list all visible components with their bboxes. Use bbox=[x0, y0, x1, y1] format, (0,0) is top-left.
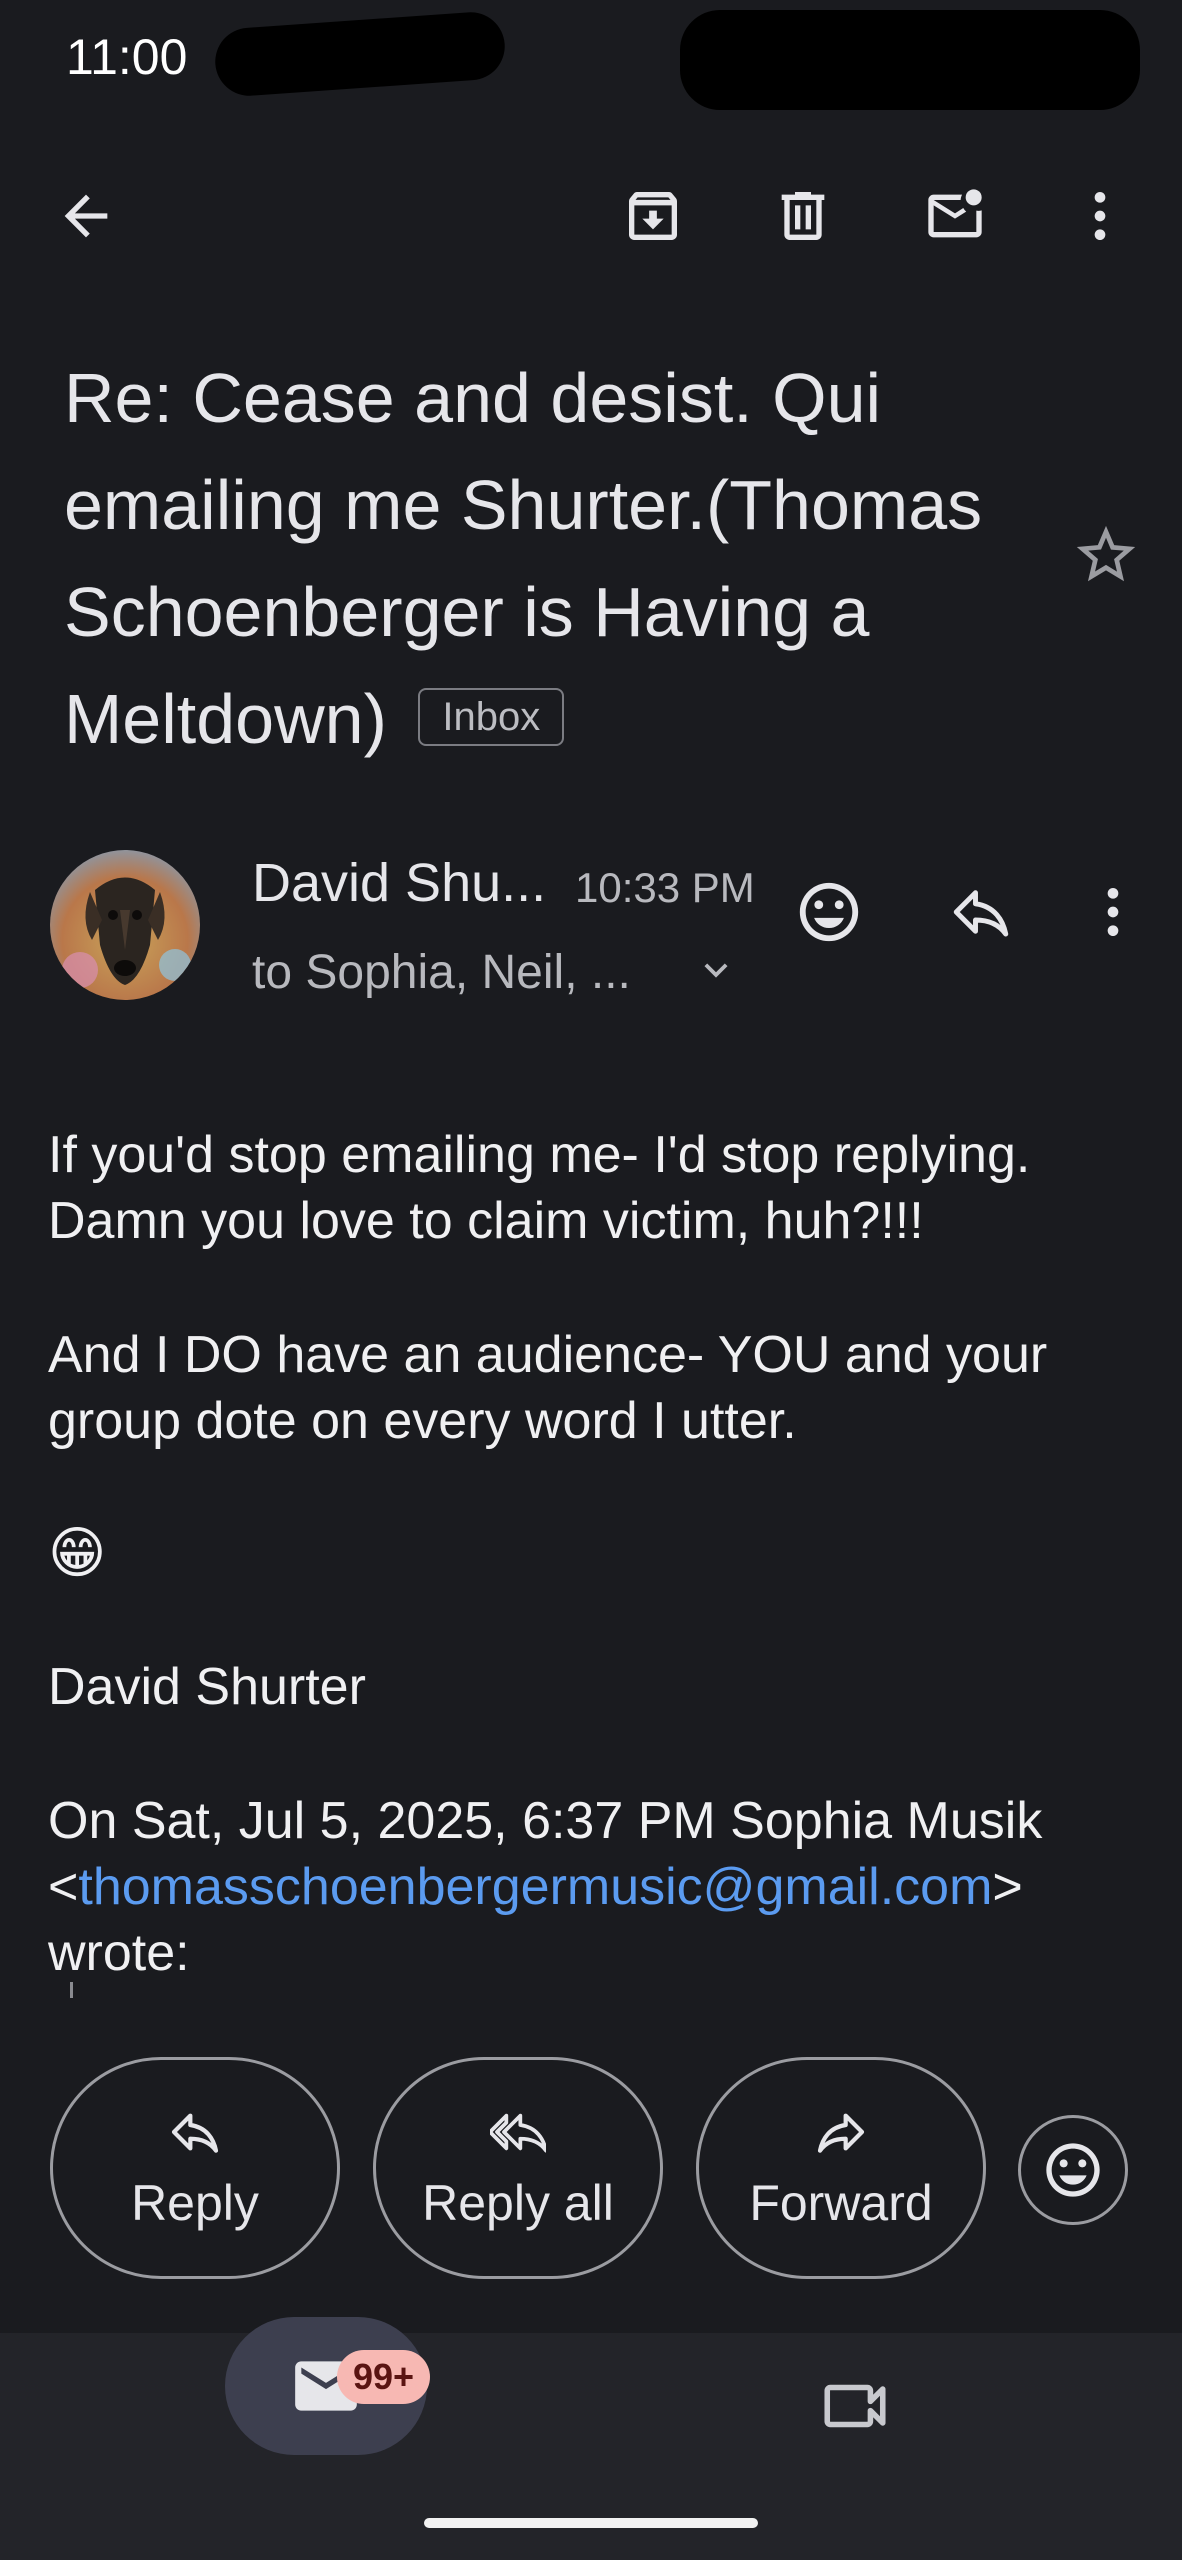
emoji-icon bbox=[1046, 2143, 1100, 2197]
expand-recipients-button[interactable] bbox=[666, 920, 766, 1020]
trash-icon bbox=[781, 192, 825, 240]
reply-icon-button[interactable] bbox=[931, 862, 1031, 962]
archive-icon bbox=[629, 192, 677, 240]
sender-avatar[interactable] bbox=[50, 850, 200, 1000]
star-button[interactable] bbox=[1056, 505, 1156, 605]
status-time: 11:00 bbox=[66, 29, 188, 85]
redacted-status-right bbox=[680, 10, 1140, 110]
reply-icon bbox=[953, 890, 1009, 937]
redacted-status-left bbox=[212, 9, 508, 99]
mark-unread-icon bbox=[928, 189, 982, 238]
more-options-button[interactable] bbox=[1050, 166, 1150, 266]
angle-open: < bbox=[48, 1858, 79, 1916]
email-subject: Re: Cease and desist. Qui emailing me Sh… bbox=[64, 345, 1054, 773]
reply-label: Reply bbox=[131, 2175, 259, 2231]
quoted-header: On Sat, Jul 5, 2025, 6:37 PM Sophia Musi… bbox=[48, 1788, 1178, 1986]
archive-button[interactable] bbox=[603, 166, 703, 266]
body-line: If you'd stop emailing me- I'd stop repl… bbox=[48, 1126, 1031, 1184]
quote-email-line: <thomasschoenbergermusic@gmail.com> bbox=[48, 1854, 1178, 1920]
mark-unread-button[interactable] bbox=[905, 166, 1005, 266]
forward-button[interactable]: Forward bbox=[696, 2057, 986, 2279]
reply-all-label: Reply all bbox=[422, 2175, 614, 2231]
quote-date-line: On Sat, Jul 5, 2025, 6:37 PM Sophia Musi… bbox=[48, 1792, 1043, 1850]
signature: David Shurter bbox=[48, 1658, 366, 1716]
home-indicator[interactable] bbox=[424, 2518, 758, 2528]
quote-wrote-line: wrote: bbox=[48, 1924, 190, 1982]
body-line: And I DO have an audience- YOU and your bbox=[48, 1326, 1048, 1384]
star-outline-icon bbox=[1076, 525, 1136, 582]
more-vert-icon bbox=[1094, 192, 1106, 240]
body-paragraph-1: If you'd stop emailing me- I'd stop repl… bbox=[48, 1122, 1148, 1254]
body-line: Damn you love to claim victim, huh?!!! bbox=[48, 1192, 924, 1250]
inbox-label-chip[interactable]: Inbox bbox=[418, 687, 565, 746]
add-reaction-button[interactable] bbox=[779, 862, 879, 962]
chevron-down-icon bbox=[704, 963, 728, 978]
quoted-email-link[interactable]: thomasschoenbergermusic@gmail.com bbox=[78, 1858, 992, 1916]
reply-all-button[interactable]: Reply all bbox=[373, 2057, 663, 2279]
forward-icon bbox=[817, 2113, 865, 2153]
reply-icon bbox=[171, 2113, 219, 2153]
reply-all-icon bbox=[490, 2113, 546, 2153]
body-fade bbox=[0, 1998, 1182, 2048]
emoji-grin: 😁 bbox=[48, 1521, 107, 1584]
more-vert-icon bbox=[1107, 888, 1119, 936]
video-camera-icon bbox=[824, 2384, 886, 2428]
sender-name[interactable]: David Shu... bbox=[252, 852, 546, 914]
emoji-icon bbox=[799, 882, 859, 942]
back-arrow-icon bbox=[64, 194, 108, 238]
forward-label: Forward bbox=[749, 2175, 933, 2231]
message-time: 10:33 PM bbox=[575, 864, 755, 911]
reply-button[interactable]: Reply bbox=[50, 2057, 340, 2279]
unread-count-badge: 99+ bbox=[337, 2350, 431, 2404]
recipients-summary[interactable]: to Sophia, Neil, ... bbox=[252, 945, 631, 1000]
back-button[interactable] bbox=[36, 166, 136, 266]
react-emoji-button[interactable] bbox=[1018, 2115, 1128, 2225]
delete-button[interactable] bbox=[753, 166, 853, 266]
body-line: group dote on every word I utter. bbox=[48, 1392, 797, 1450]
body-paragraph-2: And I DO have an audience- YOU and your … bbox=[48, 1322, 1148, 1454]
nav-meet-tab[interactable] bbox=[805, 2356, 905, 2456]
angle-close: > bbox=[992, 1858, 1023, 1916]
message-more-button[interactable] bbox=[1063, 862, 1163, 962]
